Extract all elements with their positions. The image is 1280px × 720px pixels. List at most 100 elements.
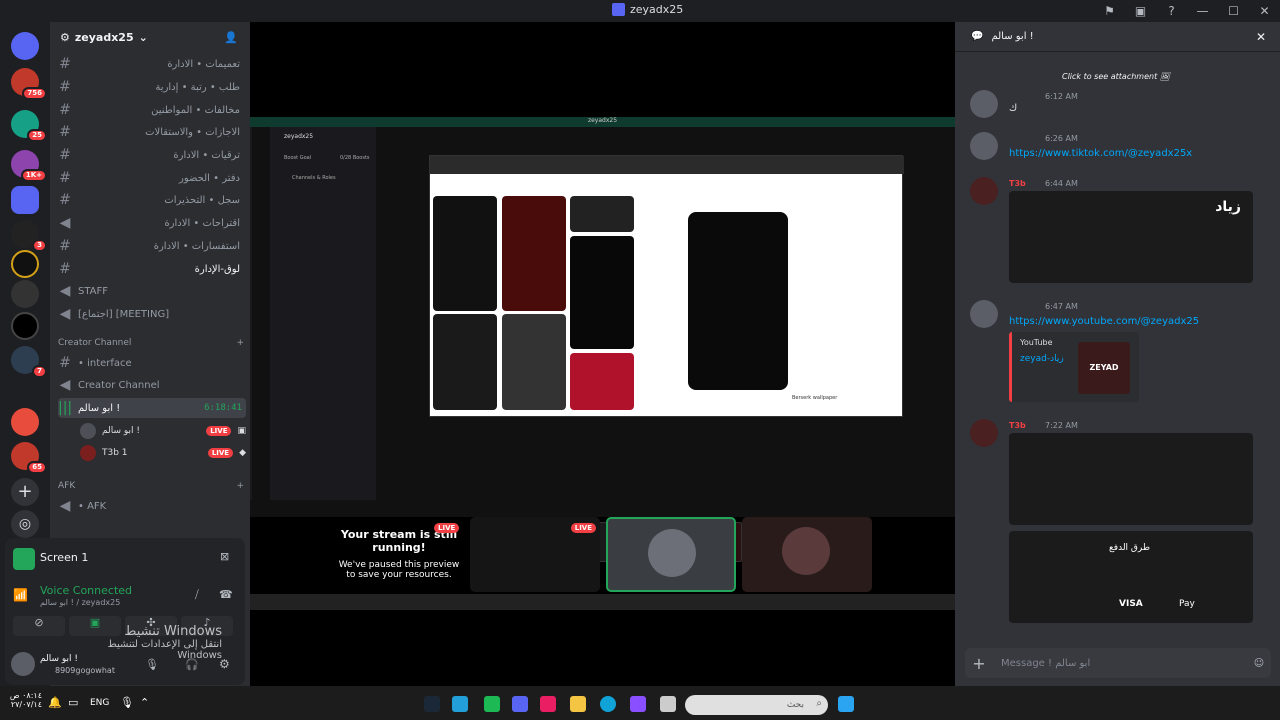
server-icon[interactable] bbox=[11, 312, 39, 340]
category-header[interactable]: AFK + bbox=[58, 481, 244, 491]
app-icon[interactable] bbox=[540, 696, 556, 712]
copilot-icon[interactable] bbox=[630, 696, 646, 712]
channel-item[interactable]: ◀ • AFK bbox=[58, 496, 246, 516]
close-preview-icon[interactable]: ⊠ bbox=[220, 550, 229, 563]
help-icon[interactable]: ? bbox=[1156, 4, 1187, 18]
network-icon[interactable]: ▭ bbox=[68, 696, 78, 709]
windows-activation-watermark: تنشيط Windows انتقل إلى الإعدادات لتنشيط… bbox=[107, 624, 222, 661]
avatar[interactable] bbox=[970, 419, 998, 447]
server-icon[interactable]: 7 bbox=[11, 346, 47, 378]
hash-icon: # bbox=[59, 56, 71, 72]
folder-icon[interactable] bbox=[11, 186, 39, 214]
guild-icon: ⚙ bbox=[60, 30, 70, 44]
avatar[interactable] bbox=[970, 300, 998, 328]
avatar[interactable] bbox=[970, 132, 998, 160]
notification-icon[interactable]: 🔔 bbox=[48, 696, 62, 709]
window-title: zeyadx25 bbox=[612, 3, 683, 16]
voice-user[interactable]: T3b 1 LIVE ◆ bbox=[80, 443, 246, 463]
channel-item[interactable]: ◀ STAFF bbox=[58, 281, 246, 301]
server-icon[interactable] bbox=[11, 280, 39, 308]
channel-item[interactable]: # سجل • التحذيرات bbox=[58, 190, 246, 210]
close-icon[interactable]: ✕ bbox=[1256, 30, 1266, 44]
stream-discord-sidebar: zeyadx25 Boost Goal 0/28 Boosts Channels… bbox=[250, 127, 376, 500]
camera-off-button[interactable]: ⊘ bbox=[13, 616, 65, 636]
add-channel-icon[interactable]: + bbox=[236, 481, 244, 491]
server-icon[interactable]: 65 bbox=[11, 442, 47, 474]
channel-item[interactable]: # دفتر • الحضور bbox=[58, 168, 246, 188]
channel-item[interactable]: # تعميمات • الادارة bbox=[58, 54, 246, 74]
channel-item[interactable]: # • interface bbox=[58, 353, 246, 373]
voice-channel-active[interactable]: ||| ابو سالم ! 6:18:41 bbox=[58, 398, 246, 418]
pin-image bbox=[502, 314, 566, 410]
windows-search-input[interactable]: بحث ⌕ bbox=[685, 695, 828, 715]
avatar[interactable] bbox=[970, 177, 998, 205]
server-icon[interactable]: 3 bbox=[11, 220, 47, 252]
app-icon[interactable] bbox=[660, 696, 676, 712]
channel-item[interactable]: # مخالفات • المواطنين bbox=[58, 100, 246, 120]
participant-tile[interactable] bbox=[742, 517, 872, 592]
speaker-icon: ◀ bbox=[59, 306, 71, 322]
add-attachment-icon[interactable]: + bbox=[965, 654, 993, 673]
emoji-icon[interactable]: ☺ bbox=[1247, 658, 1271, 669]
channel-item[interactable]: # ترقيات • الادارة bbox=[58, 145, 246, 165]
voice-user[interactable]: ابو سالم ! LIVE ▣ bbox=[80, 421, 246, 441]
app-icon[interactable] bbox=[484, 696, 500, 712]
server-icon[interactable] bbox=[11, 250, 39, 278]
hash-icon: # bbox=[59, 355, 71, 371]
add-friend-icon[interactable]: 👤 bbox=[224, 31, 238, 44]
add-server-icon[interactable]: + bbox=[11, 478, 39, 506]
screen-share-icon[interactable]: ▣ bbox=[1125, 4, 1156, 18]
server-icon[interactable] bbox=[11, 32, 39, 60]
message-image[interactable]: زياد bbox=[1009, 191, 1253, 283]
edge-icon[interactable] bbox=[600, 696, 616, 712]
disconnect-icon[interactable]: ☎ bbox=[219, 588, 233, 601]
server-icon[interactable]: 756 bbox=[11, 68, 47, 100]
inbox-icon[interactable]: ⚑ bbox=[1094, 4, 1125, 18]
participant-tile[interactable] bbox=[606, 517, 736, 592]
add-channel-icon[interactable]: + bbox=[236, 338, 244, 348]
telegram-icon[interactable] bbox=[452, 696, 468, 712]
guild-header[interactable]: ⚙ zeyadx25 ⌄ 👤 bbox=[50, 22, 250, 52]
discord-icon[interactable] bbox=[512, 696, 528, 712]
server-icon[interactable]: 1K+ bbox=[11, 150, 47, 182]
windows-start-icon[interactable] bbox=[838, 696, 854, 712]
channel-item[interactable]: ◀ اقتراحات • الادارة bbox=[58, 213, 246, 233]
server-icon[interactable]: 25 bbox=[11, 110, 47, 142]
steam-icon[interactable] bbox=[424, 696, 440, 712]
channel-item[interactable]: # طلب • رتبة • إدارية bbox=[58, 77, 246, 97]
noise-suppression-icon[interactable]: ⧸ bbox=[195, 588, 199, 602]
hash-icon: # bbox=[59, 261, 71, 277]
signal-icon: 📶 bbox=[13, 588, 28, 602]
user-avatar[interactable] bbox=[11, 652, 35, 676]
category-header[interactable]: Creator Channel + bbox=[58, 338, 244, 348]
mic-tray-icon[interactable]: 🎙 bbox=[120, 696, 134, 709]
chevron-up-icon[interactable]: ⌃ bbox=[140, 696, 149, 709]
server-icon[interactable] bbox=[11, 408, 39, 436]
youtube-embed[interactable]: YouTube zeyad-زياد ZEYAD bbox=[1009, 332, 1139, 402]
avatar[interactable] bbox=[970, 90, 998, 118]
message-composer[interactable]: + Message ! ابو سالم ☺ bbox=[965, 648, 1271, 678]
hash-icon: # bbox=[59, 238, 71, 254]
minimize-button[interactable]: — bbox=[1187, 4, 1218, 18]
channel-item[interactable]: # الاجازات • والاستقالات bbox=[58, 122, 246, 142]
screen-icon bbox=[13, 548, 35, 570]
hash-icon: # bbox=[59, 192, 71, 208]
message-image[interactable]: طرق الدفع VISA Pay bbox=[1009, 531, 1253, 623]
discover-icon[interactable]: ◎ bbox=[11, 510, 39, 538]
channel-item[interactable]: # لوق-الإدارة bbox=[58, 259, 246, 279]
folder-icon[interactable] bbox=[570, 696, 586, 712]
speaker-icon: ◀ bbox=[59, 498, 71, 514]
main-pin-image bbox=[688, 212, 788, 390]
stream-server-rail bbox=[252, 127, 270, 500]
close-button[interactable]: ✕ bbox=[1249, 4, 1280, 18]
maximize-button[interactable]: ☐ bbox=[1218, 4, 1249, 18]
pin-image bbox=[502, 196, 566, 311]
chevron-down-icon: ⌄ bbox=[138, 30, 148, 44]
channel-item[interactable]: ◀ [اجتماع] [MEETING] bbox=[58, 304, 246, 324]
search-icon: ⌕ bbox=[816, 698, 822, 709]
message-image[interactable] bbox=[1009, 433, 1253, 525]
image-icon: 🖼 bbox=[1159, 72, 1170, 81]
channel-item[interactable]: ◀ Creator Channel bbox=[58, 375, 246, 395]
participant-tile[interactable]: LIVE bbox=[470, 517, 600, 592]
channel-item[interactable]: # استفسارات • الادارة bbox=[58, 236, 246, 256]
